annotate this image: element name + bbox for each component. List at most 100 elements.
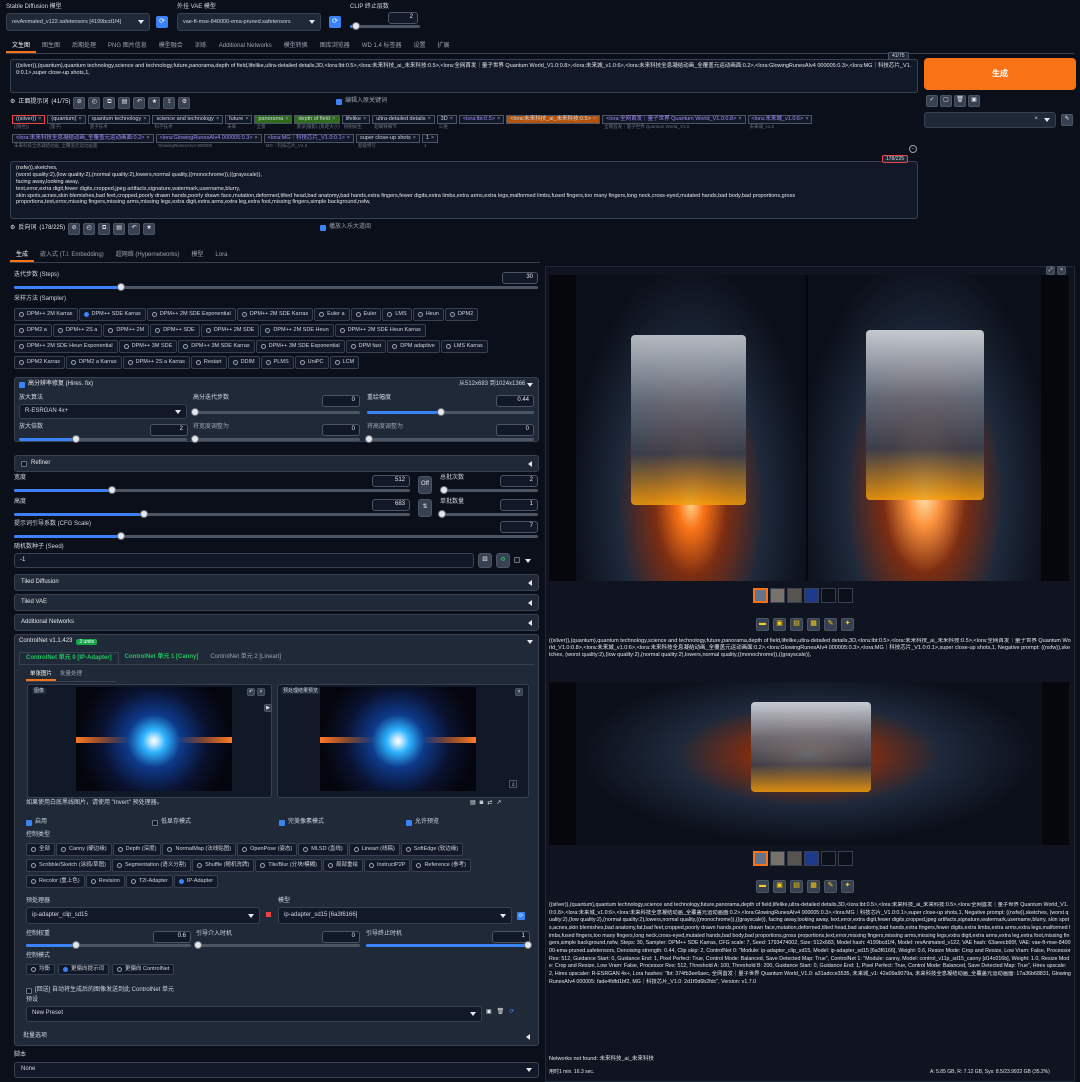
undo-icon[interactable]: ↶	[247, 688, 255, 696]
subtab-embedding[interactable]: 嵌入式 (T.I. Embedding)	[34, 250, 110, 262]
upscale-by-slider[interactable]	[19, 435, 187, 443]
folder-icon[interactable]: ▬	[756, 880, 769, 893]
upscaler-select[interactable]: R-ESRGAN 4x+	[19, 404, 187, 419]
control-type-option[interactable]: Tile/Blur (分块/模糊)	[255, 859, 322, 872]
start-slider[interactable]	[194, 941, 360, 949]
extras-icon[interactable]: ✦	[841, 880, 854, 893]
swap-icon[interactable]: ⇄	[487, 800, 492, 808]
prompt-token[interactable]: <lora:lbt:0.5> ×	[458, 115, 505, 124]
sampler-option[interactable]: Restart	[190, 356, 227, 369]
sampler-option[interactable]: Euler a	[314, 308, 350, 321]
prompt-token[interactable]: lifelike × 栩栩如生	[341, 115, 371, 130]
mode-balanced[interactable]: 均衡	[26, 964, 56, 975]
batch-size-input[interactable]: 1	[500, 499, 538, 511]
refiner-section[interactable]: Refiner	[14, 455, 539, 472]
tab-gallery[interactable]: 图库浏览器	[314, 41, 356, 53]
prompt-token[interactable]: 3D × 三维	[436, 115, 457, 130]
remove-token-icon[interactable]: ×	[347, 135, 350, 142]
remove-token-icon[interactable]: ×	[363, 116, 366, 123]
paste-icon[interactable]: ▤	[118, 97, 131, 109]
weight-input[interactable]: 0.6	[153, 931, 191, 943]
tab-extensions[interactable]: 扩展	[432, 41, 456, 53]
output-gallery[interactable]	[549, 275, 1069, 581]
batch-options-section[interactable]: 批量选项	[19, 1030, 534, 1044]
resize-w-slider[interactable]	[191, 435, 360, 443]
settings-icon[interactable]: ⚙	[178, 97, 191, 109]
denoise-input[interactable]: 0.44	[496, 395, 534, 407]
remove-token-icon[interactable]: ×	[593, 116, 596, 123]
subtab-hypernetworks[interactable]: 超网络 (Hypernetworks)	[110, 250, 186, 262]
remove-token-icon[interactable]: ×	[450, 116, 453, 123]
sampler-option[interactable]: DPM++ 2S a Karras	[122, 356, 190, 369]
check-icon[interactable]: ✓	[926, 95, 938, 107]
control-type-option[interactable]: Recolor (重上色)	[26, 875, 85, 888]
trash-icon[interactable]: 🗑	[497, 1009, 505, 1017]
control-type-option[interactable]: MLSD (直线)	[298, 843, 348, 856]
thumbnail[interactable]	[838, 588, 853, 603]
neg-translate-toggle[interactable]: 播放入乐大道阅	[320, 224, 371, 232]
width-slider[interactable]	[14, 486, 410, 494]
prompt-token[interactable]: <lora:GlowingRunesAIv4 000005:0.3> × Glowi…	[155, 134, 262, 149]
tab-settings[interactable]: 设置	[407, 41, 431, 53]
close-icon[interactable]: ×	[1057, 266, 1066, 275]
resize-w-input[interactable]: 0	[322, 424, 360, 436]
neg-translate-checkbox[interactable]	[320, 224, 326, 231]
save-icon[interactable]: ▣	[773, 880, 786, 893]
sampler-option[interactable]: DPM++ 3M SDE Exponential	[255, 340, 345, 353]
sampler-option[interactable]: DPM++ SDE Karras	[78, 308, 146, 321]
favorite-icon[interactable]: ★	[148, 97, 161, 109]
zip-icon[interactable]: ▤	[790, 618, 803, 631]
tab-single-image[interactable]: 单张图片	[26, 671, 57, 681]
clip-skip-slider[interactable]	[350, 22, 420, 30]
sampler-option[interactable]: LMS	[382, 308, 412, 321]
remove-token-icon[interactable]: ×	[38, 116, 41, 123]
remove-token-icon[interactable]: ×	[216, 116, 219, 123]
extras-icon[interactable]: ✦	[841, 618, 854, 631]
mode-prompt[interactable]: 更偏向提示词	[58, 964, 110, 975]
prompt-token[interactable]: ultra-detailed details × 超细致细节	[372, 115, 435, 130]
recycle-icon[interactable]: ♻	[496, 553, 510, 568]
remove-token-icon[interactable]: ×	[427, 116, 430, 123]
inpaint-icon[interactable]: ✎	[824, 618, 837, 631]
sampler-option[interactable]: DPM++ 2M SDE Heun Exponential	[14, 340, 118, 353]
output-image-2[interactable]	[808, 275, 1041, 581]
prompt-token[interactable]: <lora:未来科技_ai_未来科技:0.5> ×	[506, 115, 601, 124]
prompt-token[interactable]: <lora:未来城_v1.0:6> × 未来城_v1.0	[747, 115, 813, 130]
sampler-option[interactable]: DPM++ 3M SDE Karras	[178, 340, 255, 353]
thumbnail[interactable]	[821, 588, 836, 603]
history-icon[interactable]: ◴	[88, 97, 101, 109]
tab-unit-2[interactable]: ControlNet 单元 2 [Lineart]	[204, 652, 287, 664]
sampler-option[interactable]: DPM++ 2M SDE Karras	[236, 308, 314, 321]
control-type-option[interactable]: Canny (硬边缘)	[56, 843, 112, 856]
remove-token-icon[interactable]: ×	[738, 116, 741, 123]
width-input[interactable]: 512	[372, 475, 410, 487]
additional-networks-section[interactable]: Additional Networks	[14, 614, 539, 631]
sampler-option[interactable]: DPM++ 2M	[103, 324, 150, 337]
tab-batch[interactable]: 批量处理	[56, 671, 86, 681]
favorite-icon[interactable]: ★	[143, 223, 156, 235]
resize-h-input[interactable]: 0	[496, 424, 534, 436]
run-preprocessor-icon[interactable]	[266, 912, 271, 917]
sampler-option[interactable]: DPM fast	[345, 340, 387, 353]
seed-input[interactable]: -1	[14, 553, 474, 568]
sampler-option[interactable]: LCM	[329, 356, 360, 369]
remove-token-icon[interactable]: ×	[245, 116, 248, 123]
control-type-option[interactable]: Scribble/Sketch (涂鸦/草图)	[26, 859, 111, 872]
prompt-token[interactable]: depth of field × 景深(摄影) (焦距大小)	[294, 115, 340, 130]
sampler-option[interactable]: Heun	[412, 308, 444, 321]
batch-size-slider[interactable]	[438, 510, 538, 518]
refiner-checkbox[interactable]	[21, 460, 27, 467]
chevron-down-icon[interactable]	[525, 559, 531, 563]
control-type-option[interactable]: Segmentation (语义分割)	[111, 859, 192, 872]
denoise-slider[interactable]	[367, 408, 534, 416]
off-button[interactable]: Off	[418, 476, 432, 494]
script-select[interactable]: None	[14, 1062, 539, 1078]
sampler-option[interactable]: Euler	[350, 308, 382, 321]
dice-icon[interactable]: ⚄	[478, 553, 492, 568]
copy-icon[interactable]: ⧉	[103, 97, 116, 109]
preset-select[interactable]: New Preset	[26, 1006, 482, 1022]
steps-slider[interactable]	[14, 283, 538, 291]
paste-icon[interactable]: ▢	[940, 95, 952, 107]
model-select[interactable]: ip-adapter_sd15 [6a3f6166]	[278, 907, 512, 924]
edit-icon[interactable]: ✎	[1061, 114, 1073, 126]
